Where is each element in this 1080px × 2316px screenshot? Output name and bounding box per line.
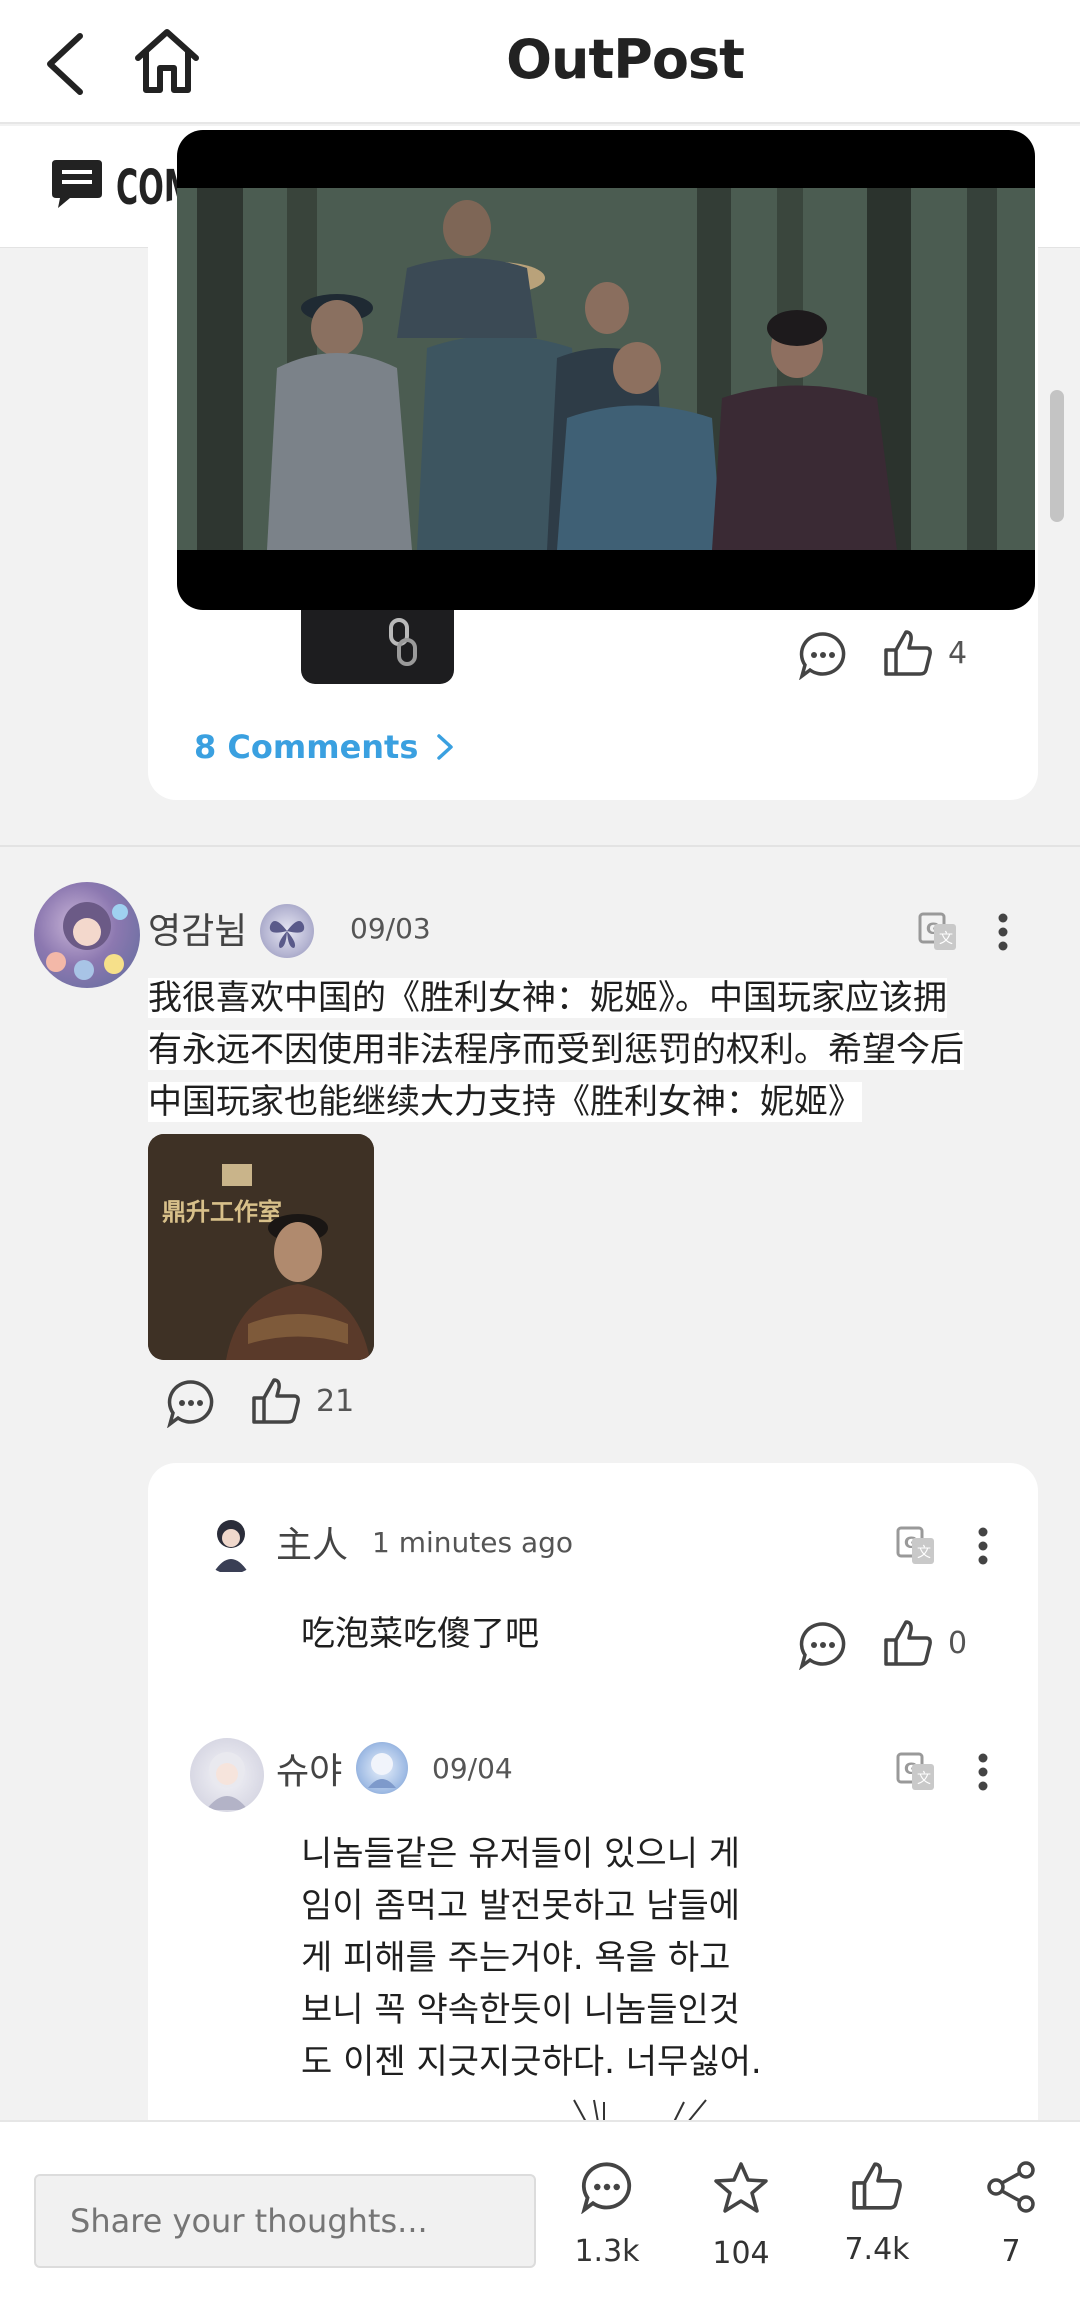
thumbs-up-icon <box>252 1378 300 1424</box>
more-options-icon[interactable] <box>976 1526 990 1566</box>
page-title: OutPost <box>506 28 745 91</box>
like-button[interactable]: 21 <box>250 1376 354 1426</box>
comment-icon <box>167 1380 214 1428</box>
bottom-action-bar: 1.3k 104 7.4k 7 <box>0 2120 1080 2316</box>
more-options-icon[interactable] <box>976 1752 990 1792</box>
top-app-bar: OutPost <box>0 0 1080 124</box>
avatar-art <box>46 902 128 980</box>
scrollbar-thumb[interactable] <box>1050 390 1064 522</box>
divider <box>0 845 1080 847</box>
reply-body: 吃泡菜吃傻了吧 <box>301 1614 539 1654</box>
reply-avatar[interactable] <box>200 1512 262 1574</box>
reply-avatar[interactable] <box>190 1738 264 1812</box>
avatar-art <box>214 1520 248 1572</box>
comments-button[interactable]: 1.3k <box>552 2160 662 2269</box>
post-body: 我很喜欢中国的《胜利女神：妮姬》。中国玩家应该拥 有永远不因使用非法程序而受到惩… <box>148 972 1038 1128</box>
chat-bubble-icon <box>52 160 102 208</box>
character-badge-icon <box>368 1753 396 1788</box>
translate-icon[interactable]: G文 <box>896 1526 936 1566</box>
reply-text-line: 도 이젠 지긋지긋하다. 너무싫어. <box>301 2042 762 2082</box>
comments-count: 1.3k <box>574 2234 640 2269</box>
comment-button[interactable] <box>798 630 848 680</box>
translate-icon[interactable]: G文 <box>918 912 958 952</box>
thumbs-up-icon <box>852 2162 902 2210</box>
view-comments-link[interactable]: 8 Comments <box>194 728 456 766</box>
translate-icon[interactable]: G文 <box>896 1752 936 1792</box>
like-button[interactable]: 4 <box>882 628 967 678</box>
post-text-line: 我很喜欢中国的《胜利女神：妮姬》。中国玩家应该拥 <box>148 978 947 1018</box>
svg-text:文: 文 <box>917 1545 931 1561</box>
user-badge-icon <box>260 904 314 958</box>
svg-text:文: 文 <box>939 931 953 947</box>
like-button[interactable]: 0 <box>882 1618 967 1668</box>
reply-text-line: 니놈들같은 유저들이 있으니 게 <box>301 1834 741 1874</box>
reply-text-line: 임이 좀먹고 발전못하고 남들에 <box>301 1886 741 1926</box>
post-image[interactable]: 鼎升工作室 <box>148 1134 374 1360</box>
thumbs-up-icon <box>884 630 932 676</box>
video-frame <box>177 188 1035 550</box>
avatar-art <box>206 1752 248 1810</box>
post-text-line: 有永远不因使用非法程序而受到惩罚的权利。希望今后 <box>148 1030 964 1070</box>
user-avatar[interactable] <box>34 882 140 988</box>
likes-count: 7.4k <box>844 2232 910 2267</box>
share-thoughts-input[interactable] <box>34 2174 536 2268</box>
favorites-count: 104 <box>712 2236 770 2271</box>
favorite-button[interactable]: 104 <box>686 2160 796 2271</box>
reply-text-line: 보니 꼭 약속한듯이 니놈들인것 <box>301 1990 741 2030</box>
share-button[interactable]: 7 <box>956 2160 1066 2269</box>
like-button[interactable]: 7.4k <box>822 2160 932 2267</box>
comment-button[interactable] <box>798 1620 848 1670</box>
comment-icon <box>799 632 846 680</box>
post-image-art: 鼎升工作室 <box>148 1134 374 1360</box>
star-icon <box>714 2162 768 2213</box>
comment-button[interactable] <box>166 1378 216 1428</box>
reply-time: 1 minutes ago <box>372 1526 574 1559</box>
share-icon <box>987 2161 1035 2213</box>
comments-link-label: 8 Comments <box>194 728 419 766</box>
user-badge-icon <box>356 1742 408 1794</box>
butterfly-icon <box>269 921 305 948</box>
comment-icon <box>581 2162 632 2214</box>
reply-date: 09/04 <box>432 1752 513 1785</box>
comment-icon <box>799 1622 846 1670</box>
shares-count: 7 <box>1001 2234 1021 2269</box>
chain-graphic <box>397 638 417 666</box>
post-date: 09/03 <box>350 912 431 945</box>
chevron-right-icon <box>437 734 454 760</box>
like-count: 21 <box>316 1383 355 1419</box>
like-count: 4 <box>948 635 968 671</box>
post-text-line: 中国玩家也能继续大力支持《胜利女神：妮姬》 <box>148 1082 862 1122</box>
like-count: 0 <box>948 1625 968 1661</box>
more-options-icon[interactable] <box>996 912 1010 952</box>
svg-text:文: 文 <box>917 1771 931 1787</box>
thumbs-up-icon <box>884 1620 932 1666</box>
image-caption: 鼎升工作室 <box>162 1197 282 1226</box>
floating-video-player[interactable] <box>177 130 1035 610</box>
reply-username[interactable]: 슈야 <box>276 1742 342 1794</box>
reply-body: 니놈들같은 유저들이 있으니 게 임이 좀먹고 발전못하고 남들에 게 피해를 … <box>301 1828 821 2088</box>
video-scene <box>177 188 1035 550</box>
reply-text-line: 게 피해를 주는거야. 욕을 하고 <box>301 1938 731 1978</box>
username[interactable]: 영감뉨 <box>148 902 247 954</box>
reply-username[interactable]: 主人 <box>276 1516 348 1568</box>
